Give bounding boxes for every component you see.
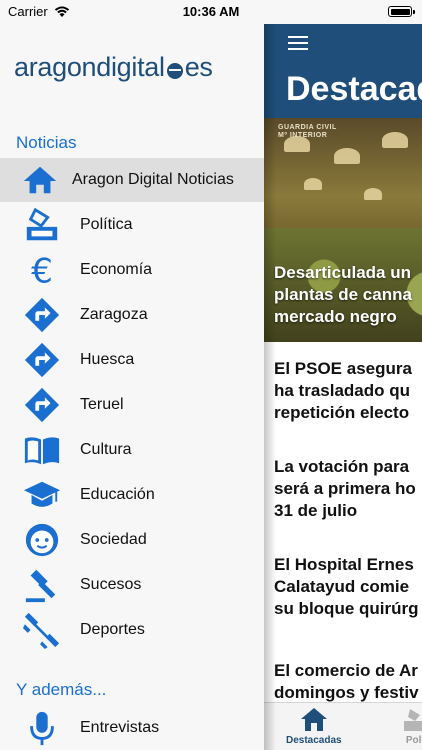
direction-sign-icon [22, 385, 62, 425]
dumbbell-icon [22, 610, 62, 650]
menu-item-sucesos[interactable]: Sucesos [0, 563, 264, 607]
side-drawer: aragondigital es Noticias Aragon Digital … [0, 0, 264, 750]
direction-sign-icon [22, 295, 62, 335]
hero-image-watermark: GUARDIA CIVIL Mº INTERIOR [278, 124, 337, 139]
section-title-y-ademas: Y además... [16, 680, 107, 699]
menu-item-teruel[interactable]: Teruel [0, 383, 264, 427]
gavel-icon [22, 565, 62, 605]
tab-bar: Destacadas Polí [264, 702, 422, 750]
article-headline[interactable]: El Hospital Ernes Calatayud comie su blo… [274, 554, 422, 620]
menu-item-zaragoza[interactable]: Zaragoza [0, 293, 264, 337]
logo: aragondigital es [14, 52, 213, 82]
menu-item-huesca[interactable]: Huesca [0, 338, 264, 382]
article-headline[interactable]: El PSOE asegura ha trasladado qu repetic… [274, 358, 422, 424]
menu-item-sociedad[interactable]: Sociedad [0, 518, 264, 562]
euro-icon: € [22, 250, 62, 290]
battery-icon [388, 6, 415, 17]
menu-item-economia[interactable]: € Economía [0, 248, 264, 292]
menu-item-entrevistas[interactable]: Entrevistas [0, 706, 264, 750]
home-icon [300, 708, 327, 731]
microphone-icon [22, 708, 62, 748]
menu-item-aragon-digital-noticias[interactable]: Aragon Digital Noticias [0, 158, 264, 202]
graduation-cap-icon [22, 475, 62, 515]
menu-item-deportes[interactable]: Deportes [0, 608, 264, 652]
tab-politica[interactable]: Polí [400, 705, 422, 746]
svg-text:€: € [31, 251, 53, 289]
status-bar: Carrier 10:36 AM [0, 0, 422, 24]
tab-destacadas[interactable]: Destacadas [286, 705, 342, 746]
logo-dot-icon [166, 63, 183, 79]
menu-item-educacion[interactable]: Educación [0, 473, 264, 517]
page-title: Destacad [286, 70, 422, 108]
hero-article[interactable]: GUARDIA CIVIL Mº INTERIOR Desarticulada … [264, 118, 422, 342]
menu-item-politica[interactable]: Política [0, 203, 264, 247]
direction-sign-icon [22, 340, 62, 380]
article-headline[interactable]: La votación para será a primera ho 31 de… [274, 456, 422, 522]
main-content: Destacad GUARDIA CIVIL Mº INTERIOR Desar… [264, 0, 422, 750]
hamburger-menu-icon[interactable] [288, 36, 308, 50]
status-time: 10:36 AM [182, 4, 240, 19]
face-icon [22, 520, 62, 560]
menu-item-cultura[interactable]: Cultura [0, 428, 264, 472]
hero-headline: Desarticulada un plantas de canna mercad… [274, 263, 412, 326]
ballot-box-icon [22, 205, 62, 245]
home-icon [20, 160, 60, 200]
ballot-box-icon [404, 709, 422, 731]
book-icon [22, 430, 62, 470]
article-headline[interactable]: El comercio de Ar domingos y festiv [274, 660, 422, 704]
section-title-noticias: Noticias [16, 133, 77, 152]
